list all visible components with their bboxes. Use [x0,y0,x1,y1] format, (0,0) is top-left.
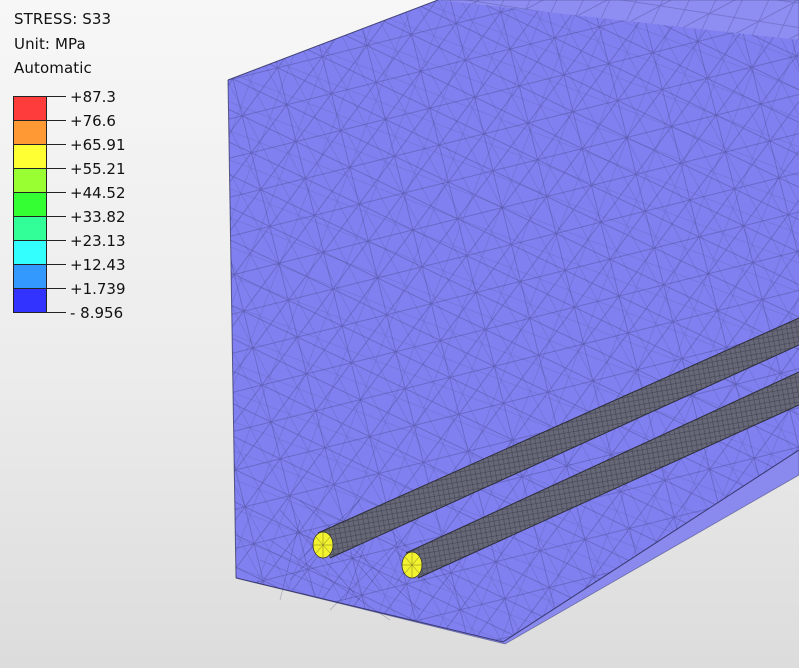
legend-mode: Automatic [14,59,92,77]
legend-title: STRESS: S33 [14,10,112,28]
legend-tick [46,192,66,193]
legend-swatch [13,168,47,192]
legend-tick-label: +44.52 [70,184,126,202]
legend-swatch [13,120,47,144]
legend-tick [46,144,66,145]
legend-tick [46,240,66,241]
legend-swatch [13,240,47,264]
legend-swatch [13,144,47,168]
legend-tick [46,120,66,121]
legend-swatch [13,264,47,288]
legend-tick-label: +87.3 [70,88,116,106]
legend-tick [46,96,66,97]
legend-swatch [13,216,47,240]
legend-swatch [13,192,47,216]
legend-tick-label: +65.91 [70,136,126,154]
legend-tick [46,312,66,313]
legend-tick-label: +76.6 [70,112,116,130]
contour-legend: STRESS: S33 Unit: MPa Automatic +87.3 +7… [0,0,220,330]
legend-swatch [13,96,47,120]
legend-swatch [13,288,47,313]
legend-tick-label: +55.21 [70,160,126,178]
legend-tick-label: +1.739 [70,280,126,298]
legend-tick [46,216,66,217]
legend-tick [46,264,66,265]
legend-tick-label: +12.43 [70,256,126,274]
legend-tick-label: +33.82 [70,208,126,226]
legend-tick [46,288,66,289]
legend-tick [46,168,66,169]
legend-unit: Unit: MPa [14,35,86,53]
legend-tick-label: +23.13 [70,232,126,250]
3d-viewport[interactable]: STRESS: S33 Unit: MPa Automatic +87.3 +7… [0,0,799,668]
legend-tick-label: - 8.956 [70,304,124,322]
